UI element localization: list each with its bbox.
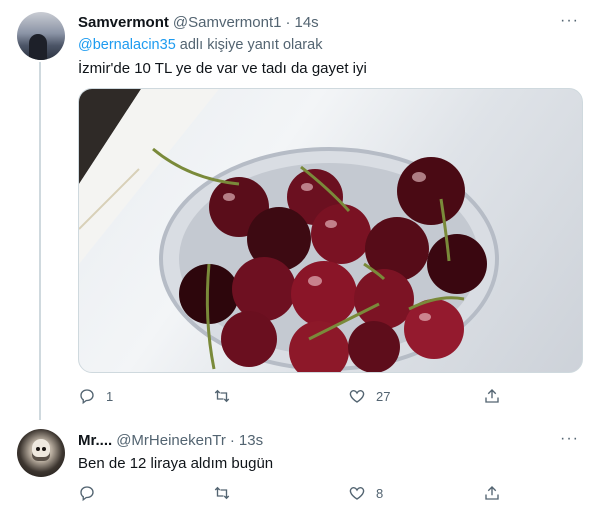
tweet-text: İzmir'de 10 TL ye de var ve tadı da gaye… <box>78 60 367 77</box>
tweet-text: Ben de 12 liraya aldım bugün <box>78 455 274 472</box>
more-options-icon[interactable]: ··· <box>560 12 579 30</box>
avatar-eye <box>42 447 46 451</box>
like-button[interactable]: 27 <box>348 387 483 405</box>
avatar-eye <box>36 447 40 451</box>
thread-connector-line <box>39 62 41 420</box>
reply-context: @bernalacin35 adlı kişiye yanıt olarak <box>78 37 322 53</box>
avatar[interactable] <box>17 429 65 477</box>
avatar[interactable] <box>17 12 65 60</box>
tweet-actions: 1 27 <box>78 387 508 405</box>
avatar-silhouette <box>29 34 47 60</box>
separator-dot: · <box>229 432 235 449</box>
reply-mention-link[interactable]: @bernalacin35 <box>78 37 176 53</box>
reply-icon <box>80 389 94 405</box>
user-handle[interactable]: @MrHeinekenTr <box>116 432 226 449</box>
avatar-skull <box>32 439 50 461</box>
share-icon <box>485 389 499 403</box>
user-handle[interactable]: @Samvermont1 <box>173 14 282 31</box>
heart-icon <box>349 390 365 403</box>
reply-button[interactable] <box>78 484 213 502</box>
reply-count: 1 <box>106 388 114 404</box>
cherries-in-glass-bowl-image <box>79 89 499 372</box>
tweet-actions: 8 <box>78 484 508 502</box>
tweet-header: Mr.... @MrHeinekenTr · 13s <box>78 432 263 449</box>
tweet-header: Samvermont @Samvermont1 · 14s <box>78 14 319 31</box>
user-display-name[interactable]: Samvermont <box>78 14 169 31</box>
heart-icon <box>349 487 365 500</box>
retweet-icon <box>214 486 230 500</box>
retweet-button[interactable] <box>213 484 348 502</box>
tweet-image[interactable] <box>78 88 583 373</box>
share-button[interactable] <box>483 484 501 502</box>
reply-context-text: adlı kişiye yanıt olarak <box>175 37 323 53</box>
more-options-icon[interactable]: ··· <box>560 430 579 448</box>
like-count: 8 <box>376 485 384 501</box>
like-button[interactable]: 8 <box>348 484 483 502</box>
share-icon <box>485 486 499 500</box>
tweet-timestamp[interactable]: 14s <box>294 14 318 31</box>
share-button[interactable] <box>483 387 501 405</box>
reply-button[interactable]: 1 <box>78 387 213 405</box>
retweet-icon <box>214 389 230 403</box>
separator-dot: · <box>285 14 291 31</box>
retweet-button[interactable] <box>213 387 348 405</box>
tweet-timestamp[interactable]: 13s <box>239 432 263 449</box>
user-display-name[interactable]: Mr.... <box>78 432 112 449</box>
like-count: 27 <box>376 388 391 404</box>
reply-icon <box>80 486 94 502</box>
